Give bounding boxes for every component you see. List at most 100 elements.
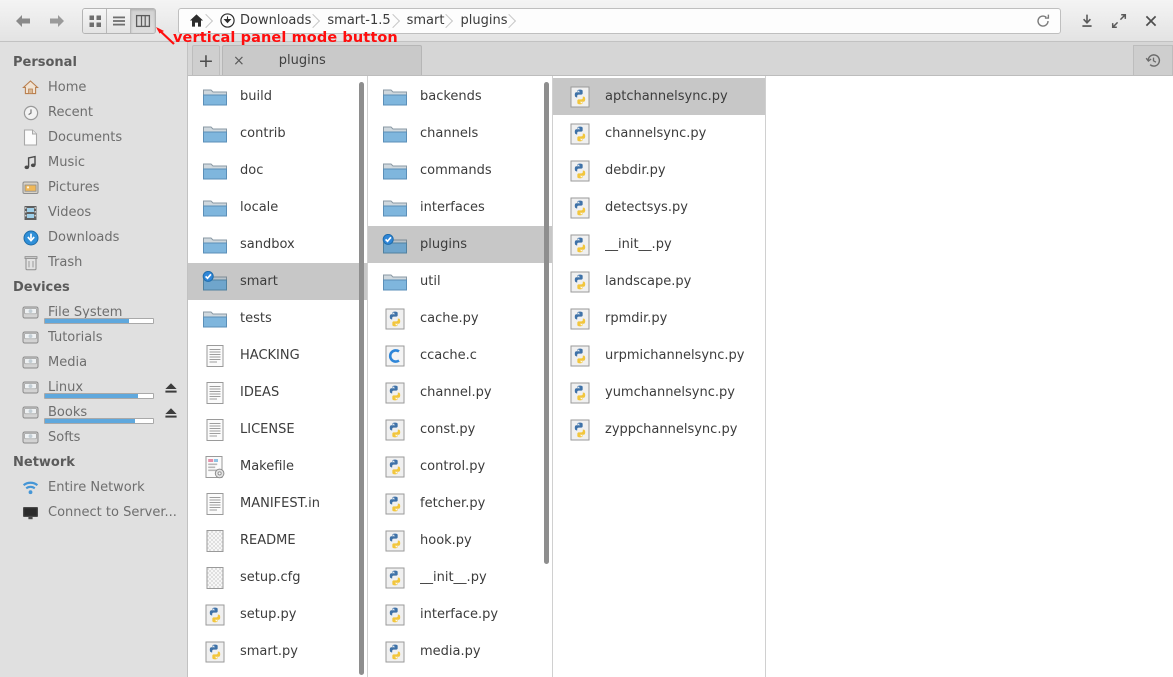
sidebar-item-file-system[interactable]: File System (0, 300, 187, 325)
breadcrumb-item-smart[interactable]: smart (397, 9, 451, 33)
drive-icon (22, 404, 39, 421)
list-item-selected[interactable]: plugins (368, 226, 552, 263)
list-item[interactable]: media.py (368, 633, 552, 670)
eject-icon[interactable] (164, 407, 178, 419)
python-file-icon (382, 490, 408, 518)
file-name: cache.py (420, 311, 479, 326)
file-name: rpmdir.py (605, 311, 667, 326)
list-item[interactable]: rpmdir.py (553, 300, 765, 337)
python-file-icon (382, 453, 408, 481)
sidebar-item-tutorials[interactable]: Tutorials (0, 325, 187, 350)
list-item[interactable]: MANIFEST.in (188, 485, 367, 522)
breadcrumb-item-home[interactable] (179, 9, 210, 33)
close-button[interactable] (1137, 7, 1165, 35)
sidebar-item-pictures[interactable]: Pictures (0, 175, 187, 200)
column-1-scrollbar[interactable] (359, 82, 364, 675)
download-button[interactable] (1073, 7, 1101, 35)
list-item[interactable]: LICENSE (188, 411, 367, 448)
list-item[interactable]: cache.py (368, 300, 552, 337)
sidebar-item-music[interactable]: Music (0, 150, 187, 175)
list-item[interactable]: sandbox (188, 226, 367, 263)
breadcrumb-item-smart-1-5[interactable]: smart-1.5 (317, 9, 396, 33)
column-3[interactable]: aptchannelsync.py (553, 76, 766, 677)
list-item[interactable]: util (368, 263, 552, 300)
list-item[interactable]: build (188, 78, 367, 115)
list-item[interactable]: setup.cfg (188, 559, 367, 596)
list-view-button[interactable] (107, 9, 131, 33)
list-item[interactable]: yumchannelsync.py (553, 374, 765, 411)
fullscreen-button[interactable] (1105, 7, 1133, 35)
list-item[interactable]: README (188, 522, 367, 559)
empty-preview-pane[interactable] (766, 76, 1173, 677)
annotation-label: vertical panel mode button (173, 30, 398, 46)
forward-button[interactable] (42, 7, 72, 35)
list-item[interactable]: commands (368, 152, 552, 189)
sidebar-item-trash[interactable]: Trash (0, 250, 187, 275)
list-item[interactable]: interface.py (368, 596, 552, 633)
sidebar-item-entire-network[interactable]: Entire Network (0, 475, 187, 500)
capacity-bar (44, 393, 154, 399)
list-item[interactable]: const.py (368, 411, 552, 448)
column-2-scrollbar[interactable] (544, 82, 549, 564)
list-item[interactable]: contrib (188, 115, 367, 152)
list-item-selected[interactable]: smart (188, 263, 367, 300)
monitor-icon (22, 504, 39, 521)
list-item[interactable]: setup.py (188, 596, 367, 633)
sidebar-item-connect-to-server[interactable]: Connect to Server... (0, 500, 187, 525)
list-item[interactable]: __init__.py (553, 226, 765, 263)
list-item[interactable]: IDEAS (188, 374, 367, 411)
folder-icon (202, 83, 228, 111)
film-icon (22, 204, 39, 221)
list-item[interactable]: Makefile (188, 448, 367, 485)
list-item[interactable]: __init__.py (368, 559, 552, 596)
text-file-icon (202, 490, 228, 518)
list-item[interactable]: landscape.py (553, 263, 765, 300)
sidebar-item-home[interactable]: Home (0, 75, 187, 100)
breadcrumb-item-downloads[interactable]: Downloads (210, 9, 317, 33)
list-item[interactable]: urpmichannelsync.py (553, 337, 765, 374)
new-tab-button[interactable]: + (192, 45, 220, 75)
list-item[interactable]: zyppchannelsync.py (553, 411, 765, 448)
list-item[interactable]: smart.py (188, 633, 367, 670)
list-item[interactable]: channels (368, 115, 552, 152)
list-item[interactable]: doc (188, 152, 367, 189)
sidebar-item-linux[interactable]: Linux (0, 375, 187, 400)
list-item[interactable]: channel.py (368, 374, 552, 411)
list-item[interactable]: tests (188, 300, 367, 337)
sidebar-item-books[interactable]: Books (0, 400, 187, 425)
list-item[interactable]: detectsys.py (553, 189, 765, 226)
sidebar-item-videos[interactable]: Videos (0, 200, 187, 225)
column-2[interactable]: backends channels (368, 76, 553, 677)
icon-view-button[interactable] (83, 9, 107, 33)
tab-plugins[interactable]: × plugins (222, 45, 422, 75)
list-item[interactable]: control.py (368, 448, 552, 485)
list-item-selected[interactable]: aptchannelsync.py (553, 78, 765, 115)
sidebar-item-documents[interactable]: Documents (0, 125, 187, 150)
file-name: tests (240, 311, 272, 326)
eject-icon[interactable] (164, 382, 178, 394)
column-1[interactable]: build contrib (188, 76, 368, 677)
sidebar-item-media[interactable]: Media (0, 350, 187, 375)
reload-button[interactable] (1026, 13, 1060, 29)
list-item[interactable]: interfaces (368, 189, 552, 226)
list-item[interactable]: locale (188, 189, 367, 226)
list-item[interactable]: HACKING (188, 337, 367, 374)
python-file-icon (202, 638, 228, 666)
history-button[interactable] (1133, 45, 1173, 75)
sidebar-item-recent[interactable]: Recent (0, 100, 187, 125)
file-name: contrib (240, 126, 286, 141)
tab-close-icon[interactable]: × (233, 53, 245, 69)
list-item[interactable]: channelsync.py (553, 115, 765, 152)
sidebar-item-softs[interactable]: Softs (0, 425, 187, 450)
list-item[interactable]: debdir.py (553, 152, 765, 189)
python-file-icon (567, 305, 593, 333)
sidebar-item-downloads[interactable]: Downloads (0, 225, 187, 250)
list-item[interactable]: fetcher.py (368, 485, 552, 522)
list-item[interactable]: ccache.c (368, 337, 552, 374)
list-item[interactable]: backends (368, 78, 552, 115)
list-item[interactable]: hook.py (368, 522, 552, 559)
back-button[interactable] (8, 7, 38, 35)
breadcrumb-item-plugins[interactable]: plugins (450, 9, 513, 33)
file-name: zyppchannelsync.py (605, 422, 737, 437)
column-1-list: build contrib (188, 76, 367, 670)
